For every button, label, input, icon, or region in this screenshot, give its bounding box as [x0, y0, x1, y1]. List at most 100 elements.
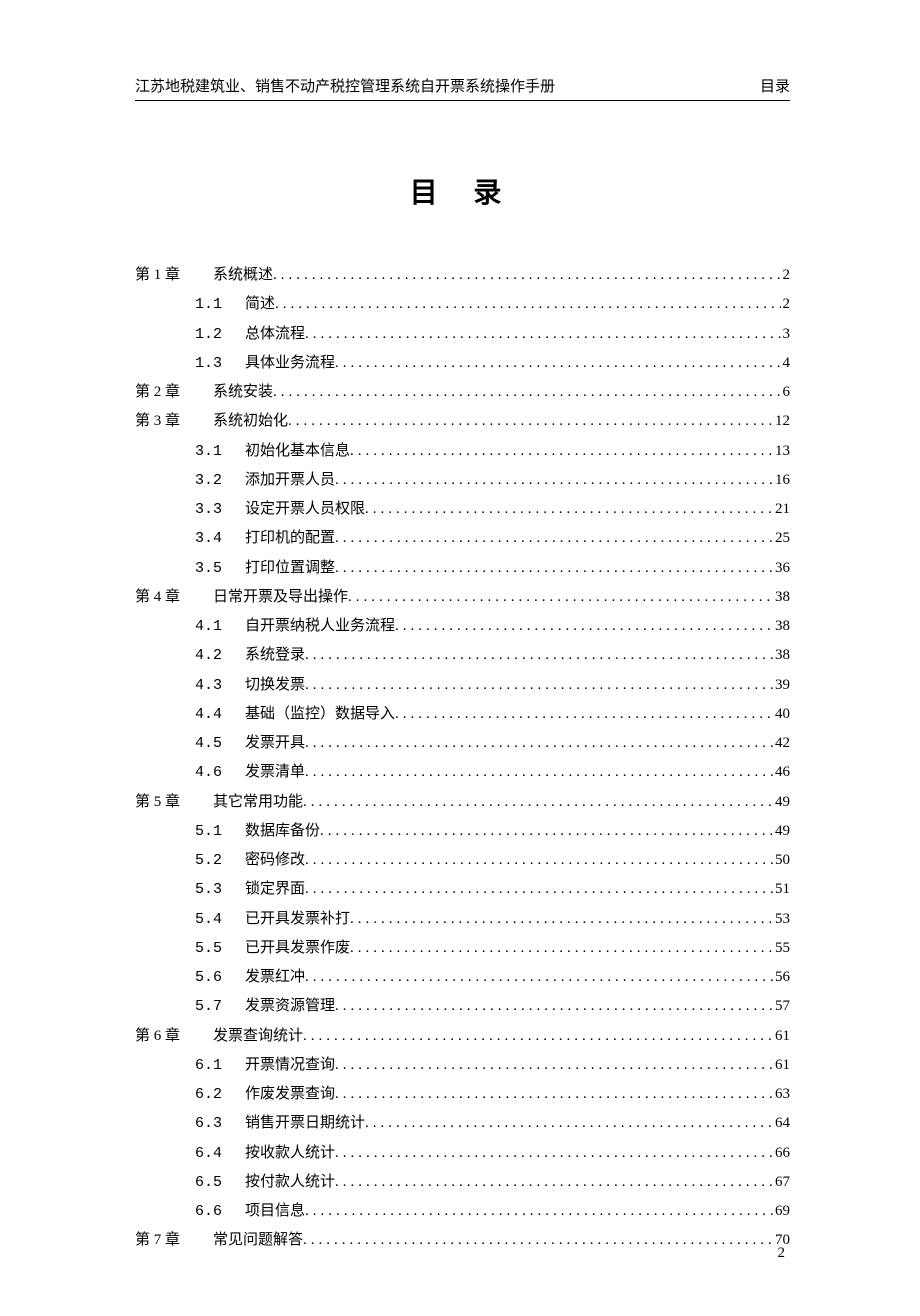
toc-leader-dots — [335, 992, 773, 1021]
toc-chapter-num: 第 6 章 — [135, 1022, 213, 1051]
toc-row: 5.3锁定界面51 — [135, 875, 790, 904]
toc-leader-dots — [395, 612, 773, 641]
toc-section-num: 3.4 — [195, 524, 245, 553]
toc-page-num: 61 — [773, 1022, 790, 1051]
toc-row: 4.5发票开具42 — [135, 729, 790, 758]
toc-row: 1.2总体流程3 — [135, 320, 790, 349]
toc-label: 初始化基本信息 — [245, 437, 350, 466]
toc-page-num: 38 — [773, 641, 790, 670]
footer-page-number: 2 — [778, 1245, 786, 1262]
toc-row: 第 4 章日常开票及导出操作38 — [135, 583, 790, 612]
toc-label: 按付款人统计 — [245, 1168, 335, 1197]
toc-leader-dots — [395, 700, 773, 729]
toc-section-num: 5.4 — [195, 905, 245, 934]
toc-label: 已开具发票作废 — [245, 934, 350, 963]
toc-row: 4.4基础（监控）数据导入40 — [135, 700, 790, 729]
document-page: 江苏地税建筑业、销售不动产税控管理系统自开票系统操作手册 目录 目 录 第 1 … — [0, 0, 920, 1316]
toc-label: 自开票纳税人业务流程 — [245, 612, 395, 641]
toc-label: 系统安装 — [213, 378, 273, 407]
toc-page-num: 51 — [773, 875, 790, 904]
toc-row: 第 1 章系统概述2 — [135, 261, 790, 290]
toc-section-num: 6.2 — [195, 1080, 245, 1109]
toc-label: 添加开票人员 — [245, 466, 335, 495]
toc-chapter-num: 第 5 章 — [135, 788, 213, 817]
toc-leader-dots — [305, 963, 773, 992]
toc-section-num: 4.3 — [195, 671, 245, 700]
toc-row: 6.4按收款人统计 66 — [135, 1139, 790, 1168]
toc-leader-dots — [273, 261, 780, 290]
toc-row: 5.2密码修改50 — [135, 846, 790, 875]
toc-label: 按收款人统计 — [245, 1139, 335, 1168]
toc-section-num: 1.1 — [195, 290, 245, 319]
toc-section-num: 5.5 — [195, 934, 245, 963]
toc-section-num: 4.1 — [195, 612, 245, 641]
toc-row: 4.2系统登录38 — [135, 641, 790, 670]
toc-page-num: 53 — [773, 905, 790, 934]
toc-row: 第 5 章其它常用功能49 — [135, 788, 790, 817]
toc-row: 5.1数据库备份49 — [135, 817, 790, 846]
toc-leader-dots — [350, 934, 773, 963]
toc-page-num: 3 — [781, 320, 791, 349]
toc-leader-dots — [350, 905, 773, 934]
toc-label: 日常开票及导出操作 — [213, 583, 348, 612]
toc-page-num: 4 — [781, 349, 791, 378]
toc-label: 发票开具 — [245, 729, 305, 758]
toc-page-num: 49 — [773, 817, 790, 846]
toc-page-num: 67 — [773, 1168, 790, 1197]
toc-row: 6.2作废发票查询63 — [135, 1080, 790, 1109]
toc-section-num: 6.4 — [195, 1139, 245, 1168]
toc-page-num: 42 — [773, 729, 790, 758]
toc-section-num: 5.3 — [195, 875, 245, 904]
toc-row: 3.2添加开票人员16 — [135, 466, 790, 495]
toc-leader-dots — [348, 583, 773, 612]
toc-leader-dots — [275, 290, 780, 319]
toc-leader-dots — [303, 1022, 773, 1051]
toc-page-num: 2 — [781, 261, 791, 290]
toc-label: 简述 — [245, 290, 275, 319]
toc-row: 第 3 章系统初始化12 — [135, 407, 790, 436]
toc-label: 常见问题解答 — [213, 1226, 303, 1255]
toc-page-num: 12 — [773, 407, 790, 436]
toc-chapter-num: 第 1 章 — [135, 261, 213, 290]
toc-label: 具体业务流程 — [245, 349, 335, 378]
toc-section-num: 1.2 — [195, 320, 245, 349]
toc-row: 5.6发票红冲56 — [135, 963, 790, 992]
toc-section-num: 5.7 — [195, 992, 245, 1021]
toc-section-num: 6.3 — [195, 1109, 245, 1138]
toc-page-num: 66 — [773, 1139, 790, 1168]
toc-row: 5.4已开具发票补打 53 — [135, 905, 790, 934]
toc-row: 6.6项目信息69 — [135, 1197, 790, 1226]
page-header: 江苏地税建筑业、销售不动产税控管理系统自开票系统操作手册 目录 — [135, 75, 790, 101]
toc-label: 开票情况查询 — [245, 1051, 335, 1080]
toc-section-num: 4.4 — [195, 700, 245, 729]
toc-section-num: 4.2 — [195, 641, 245, 670]
toc-page-num: 25 — [773, 524, 790, 553]
toc-row: 6.3销售开票日期统计64 — [135, 1109, 790, 1138]
toc-section-num: 6.1 — [195, 1051, 245, 1080]
toc-section-num: 5.6 — [195, 963, 245, 992]
toc-leader-dots — [305, 729, 773, 758]
toc-section-num: 1.3 — [195, 349, 245, 378]
toc-section-num: 3.5 — [195, 554, 245, 583]
toc-row: 3.5打印位置调整36 — [135, 554, 790, 583]
toc-page-num: 21 — [773, 495, 790, 524]
toc-section-num: 5.1 — [195, 817, 245, 846]
toc-row: 第 6 章发票查询统计61 — [135, 1022, 790, 1051]
toc-page-num: 55 — [773, 934, 790, 963]
toc-leader-dots — [305, 758, 773, 787]
toc-section-num: 3.1 — [195, 437, 245, 466]
toc-page-num: 2 — [781, 290, 791, 319]
toc-row: 5.7发票资源管理57 — [135, 992, 790, 1021]
toc-chapter-num: 第 3 章 — [135, 407, 213, 436]
toc-leader-dots — [335, 349, 780, 378]
toc-row: 3.4打印机的配置25 — [135, 524, 790, 553]
toc-page-num: 56 — [773, 963, 790, 992]
toc-row: 1.1简述 2 — [135, 290, 790, 319]
toc-leader-dots — [305, 875, 773, 904]
toc-label: 发票清单 — [245, 758, 305, 787]
toc-leader-dots — [365, 495, 773, 524]
toc-row: 4.6发票清单46 — [135, 758, 790, 787]
toc-label: 已开具发票补打 — [245, 905, 350, 934]
toc-page-num: 49 — [773, 788, 790, 817]
toc-page-num: 64 — [773, 1109, 790, 1138]
